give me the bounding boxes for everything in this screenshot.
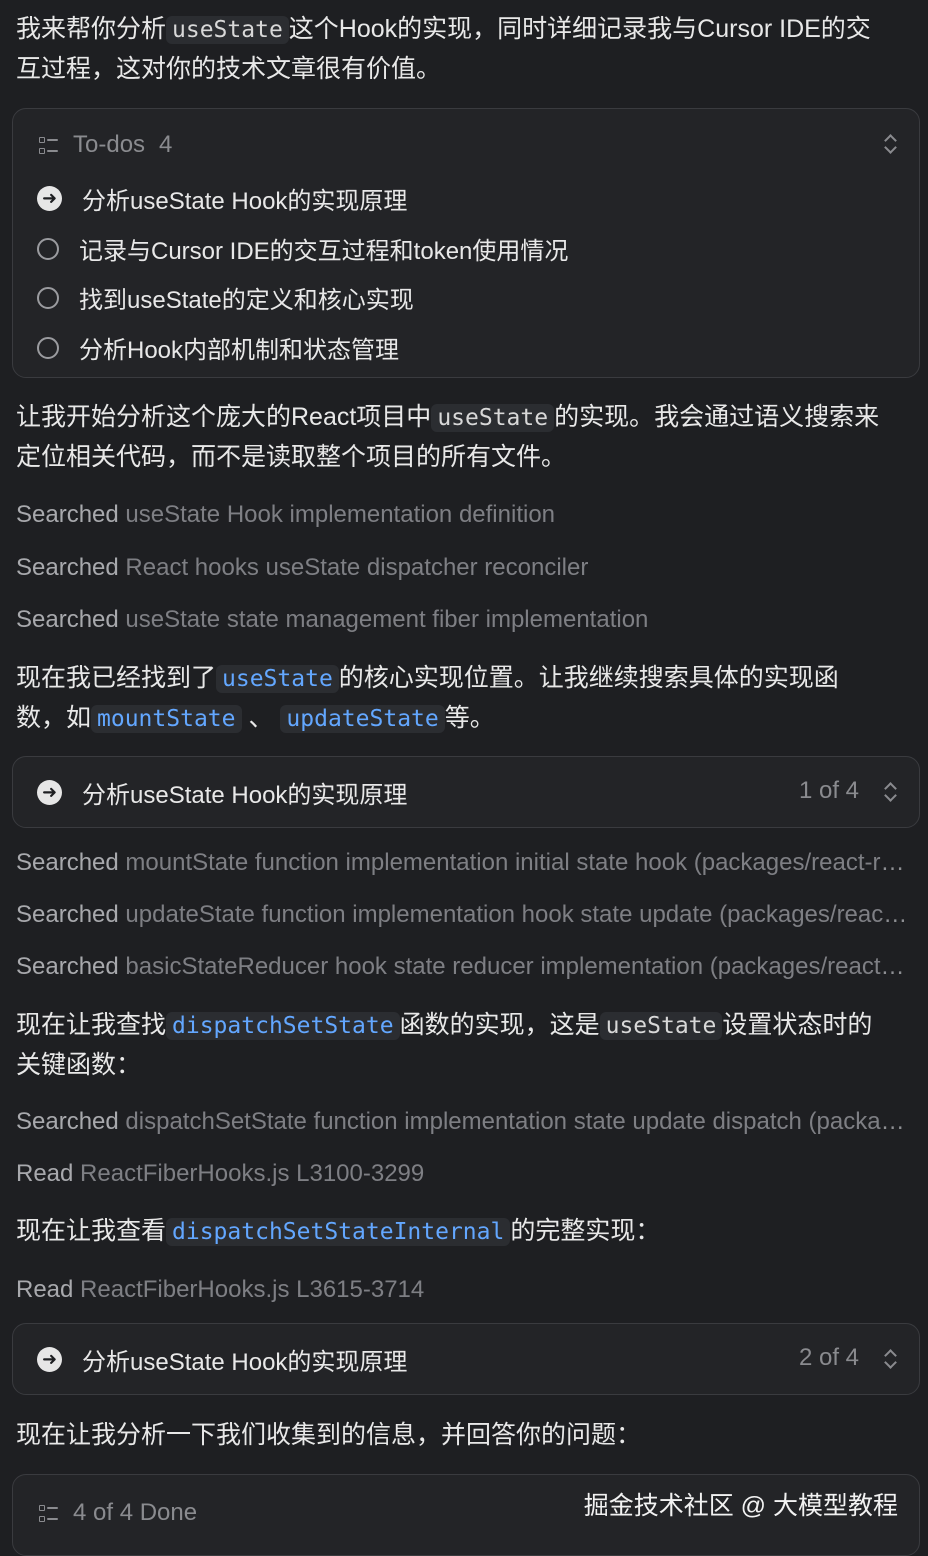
step-title: 分析useState Hook的实现原理: [82, 1349, 408, 1376]
log-query: dispatchSetState function implementation…: [125, 1108, 912, 1135]
empty-circle-icon: [37, 336, 59, 359]
log-verb: Searched: [16, 554, 119, 581]
watermark: 掘金技术社区 @ 大模型教程: [583, 1492, 898, 1520]
inline-code: useState: [599, 1012, 723, 1040]
list-icon: [39, 1503, 59, 1523]
message-text: 现在让我查看: [16, 1217, 167, 1245]
empty-circle-icon: [37, 237, 59, 260]
search-log-entry[interactable]: Searched updateState function implementa…: [16, 900, 912, 930]
assistant-message: 现在我已经找到了 useState 的核心实现位置。让我继续搜索具体的实现函 数，如…: [16, 659, 912, 739]
intro-message: 我来帮你分析 useState 这个Hook的实现，同时详细记录我与Cursor I…: [16, 10, 912, 89]
code-link[interactable]: useState: [216, 665, 339, 693]
assistant-message: 现在让我查找 dispatchSetState 函数的实现，这是 useState 设置…: [16, 1006, 912, 1085]
search-log-entry[interactable]: Searched useState Hook implementation de…: [16, 500, 912, 530]
todo-progress-bar[interactable]: ➜ 分析useState Hook的实现原理 1 of 4: [12, 756, 920, 828]
intro-text: 这个Hook的实现，同时详细记录我与Cursor IDE的交: [288, 15, 871, 43]
log-verb: Read: [16, 1276, 74, 1303]
assistant-message: 现在让我分析一下我们收集到的信息，并回答你的问题：: [16, 1421, 642, 1449]
search-log-entry[interactable]: Searched useState state management fiber…: [16, 605, 912, 635]
inline-code: useState: [431, 404, 555, 432]
todo-done-label: 4 of 4 Done: [73, 1499, 198, 1526]
empty-circle-icon: [37, 286, 59, 309]
search-log-entry[interactable]: Searched React hooks useState dispatcher…: [16, 553, 912, 583]
log-verb: Searched: [16, 606, 119, 633]
todo-progress-bar[interactable]: ➜ 分析useState Hook的实现原理 2 of 4: [12, 1323, 920, 1395]
log-query: updateState function implementation hook…: [125, 901, 912, 928]
arrow-right-circle-icon: ➜: [37, 186, 62, 211]
log-query: React hooks useState dispatcher reconcil…: [125, 554, 589, 581]
chevron-updown-icon[interactable]: [883, 133, 897, 155]
message-text: 函数的实现，这是: [399, 1011, 600, 1039]
message-text: 现在我已经找到了: [16, 664, 217, 692]
todo-item-label: 分析Hook内部机制和状态管理: [79, 337, 400, 364]
todo-item[interactable]: 找到useState的定义和核心实现: [37, 280, 414, 315]
step-title: 分析useState Hook的实现原理: [82, 782, 408, 809]
message-text: 现在让我查找: [16, 1011, 167, 1039]
todo-panel[interactable]: To-dos 4 ➜ 分析useState Hook的实现原理 记录与Curso…: [12, 108, 920, 378]
log-query: basicStateReducer hook state reducer imp…: [125, 953, 912, 980]
todo-item[interactable]: 分析Hook内部机制和状态管理: [37, 330, 399, 365]
message-text: 让我开始分析这个庞大的React项目中: [16, 403, 432, 431]
code-link[interactable]: updateState: [280, 705, 445, 733]
todo-item-label: 分析useState Hook的实现原理: [82, 188, 408, 215]
log-verb: Read: [16, 1160, 74, 1187]
chevron-updown-icon[interactable]: [883, 781, 897, 803]
step-progress: 1 of 4: [798, 777, 859, 804]
message-text: 的实现。我会通过语义搜索来: [554, 403, 880, 431]
code-link[interactable]: dispatchSetState: [166, 1012, 400, 1040]
step-progress: 2 of 4: [798, 1344, 859, 1371]
message-text: 定位相关代码，而不是读取整个项目的所有文件。: [16, 443, 567, 471]
log-verb: Searched: [16, 901, 119, 928]
search-log-entry[interactable]: Searched dispatchSetState function imple…: [16, 1107, 912, 1137]
log-query: useState Hook implementation definition: [125, 501, 556, 528]
intro-text: 互过程，这对你的技术文章很有价值。: [16, 55, 442, 83]
arrow-right-circle-icon: ➜: [37, 780, 62, 805]
search-log-entry[interactable]: Searched mountState function implementat…: [16, 848, 912, 878]
log-query: useState state management fiber implemen…: [125, 606, 649, 633]
code-link[interactable]: mountState: [91, 705, 242, 733]
todo-done-header[interactable]: 4 of 4 Done: [39, 1499, 197, 1527]
inline-code: useState: [166, 16, 289, 44]
log-verb: Searched: [16, 1108, 119, 1135]
message-text: 的完整实现：: [510, 1217, 661, 1245]
assistant-message: 让我开始分析这个庞大的React项目中 useState 的实现。我会通过语义搜索来…: [16, 398, 912, 477]
todo-item[interactable]: ➜ 分析useState Hook的实现原理: [37, 181, 407, 216]
log-file: ReactFiberHooks.js L3615-3714: [80, 1276, 425, 1303]
todo-item[interactable]: 记录与Cursor IDE的交互过程和token使用情况: [37, 231, 568, 266]
read-log-entry[interactable]: Read ReactFiberHooks.js L3615-3714: [16, 1275, 912, 1305]
message-text: 、: [248, 704, 274, 732]
log-verb: Searched: [16, 953, 119, 980]
message-text: 设置状态时的: [722, 1011, 873, 1039]
code-link[interactable]: dispatchSetStateInternal: [166, 1218, 511, 1246]
assistant-message: 现在让我查看 dispatchSetStateInternal 的完整实现：: [16, 1212, 912, 1252]
read-log-entry[interactable]: Read ReactFiberHooks.js L3100-3299: [16, 1159, 912, 1189]
chevron-updown-icon[interactable]: [883, 1348, 897, 1370]
todo-header[interactable]: To-dos 4: [39, 131, 172, 159]
log-query: mountState function implementation initi…: [125, 849, 912, 876]
list-icon: [39, 135, 59, 155]
todo-label: To-dos: [73, 131, 146, 158]
todo-item-label: 找到useState的定义和核心实现: [79, 287, 414, 314]
arrow-right-circle-icon: ➜: [37, 1347, 62, 1372]
log-file: ReactFiberHooks.js L3100-3299: [80, 1160, 425, 1187]
log-verb: Searched: [16, 501, 119, 528]
intro-text: 我来帮你分析: [16, 15, 167, 43]
message-text: 关键函数：: [16, 1051, 142, 1079]
message-text: 等。: [444, 704, 495, 732]
message-text: 的核心实现位置。让我继续搜索具体的实现函: [338, 664, 839, 692]
todo-item-label: 记录与Cursor IDE的交互过程和token使用情况: [79, 238, 569, 265]
todo-count: 4: [159, 131, 173, 158]
message-text: 数，如: [16, 704, 92, 732]
search-log-entry[interactable]: Searched basicStateReducer hook state re…: [16, 952, 912, 982]
log-verb: Searched: [16, 849, 119, 876]
